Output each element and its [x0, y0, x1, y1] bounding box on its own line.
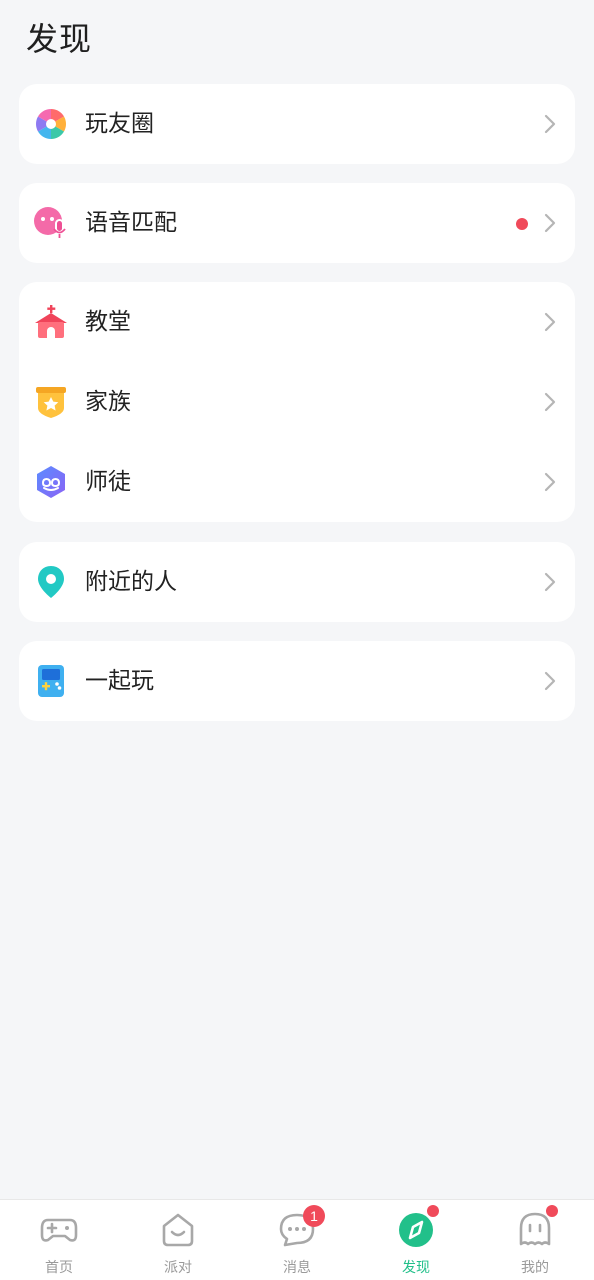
card-social: 教堂 家族 师徒: [19, 282, 575, 522]
menu-item-church[interactable]: 教堂: [19, 282, 575, 362]
tab-label: 我的: [521, 1260, 549, 1276]
page-title: 发现: [26, 20, 93, 58]
tab-mine[interactable]: 我的: [476, 1200, 594, 1280]
party-house-icon: [162, 1213, 194, 1247]
gamepad-icon: [40, 1218, 78, 1242]
menu-label: 附近的人: [85, 569, 177, 595]
church-icon: [33, 304, 69, 340]
menu-label: 语音匹配: [85, 210, 177, 236]
card-moments: 玩友圈: [19, 84, 575, 164]
menu-label: 玩友圈: [85, 111, 154, 137]
notification-dot: [546, 1205, 558, 1217]
menu-label: 一起玩: [85, 668, 154, 694]
card-voice-match: 语音匹配: [19, 183, 575, 263]
menu-label: 教堂: [85, 309, 131, 335]
menu-item-play-together[interactable]: 一起玩: [19, 641, 575, 721]
menu-item-family[interactable]: 家族: [19, 362, 575, 442]
menu-label: 家族: [85, 389, 131, 415]
tab-label: 派对: [164, 1260, 192, 1276]
voice-match-icon: [33, 205, 69, 241]
chevron-right-icon: [544, 392, 556, 412]
menu-item-nearby[interactable]: 附近的人: [19, 542, 575, 622]
menu-item-mentor[interactable]: 师徒: [19, 442, 575, 522]
tab-discover[interactable]: 发现: [357, 1200, 475, 1280]
gameboy-icon: [33, 663, 69, 699]
tab-messages[interactable]: 1 消息: [238, 1200, 356, 1280]
location-pin-icon: [33, 564, 69, 600]
bottom-tab-bar: 首页 派对 1 消息 发现 我的: [0, 1199, 594, 1280]
tab-label: 消息: [283, 1260, 311, 1276]
chevron-right-icon: [544, 671, 556, 691]
tab-home[interactable]: 首页: [0, 1200, 118, 1280]
card-play-together: 一起玩: [19, 641, 575, 721]
menu-item-moments[interactable]: 玩友圈: [19, 84, 575, 164]
chevron-right-icon: [544, 312, 556, 332]
message-count-badge: 1: [303, 1205, 325, 1227]
chevron-right-icon: [544, 114, 556, 134]
family-badge-icon: [33, 384, 69, 420]
menu-label: 师徒: [85, 469, 131, 495]
chevron-right-icon: [544, 213, 556, 233]
notification-dot: [516, 218, 528, 230]
chevron-right-icon: [544, 472, 556, 492]
menu-item-voice-match[interactable]: 语音匹配: [19, 183, 575, 263]
tab-label: 首页: [45, 1260, 73, 1276]
tab-party[interactable]: 派对: [119, 1200, 237, 1280]
discover-page: 发现 玩友圈 语音匹配 教堂 家族 师徒 附近的人 一起玩 首页 派对 1 消息…: [0, 0, 594, 1280]
tab-label: 发现: [402, 1260, 430, 1276]
chevron-right-icon: [544, 572, 556, 592]
mentor-icon: [33, 464, 69, 500]
pinwheel-icon: [33, 106, 69, 142]
card-nearby: 附近的人: [19, 542, 575, 622]
notification-dot: [427, 1205, 439, 1217]
